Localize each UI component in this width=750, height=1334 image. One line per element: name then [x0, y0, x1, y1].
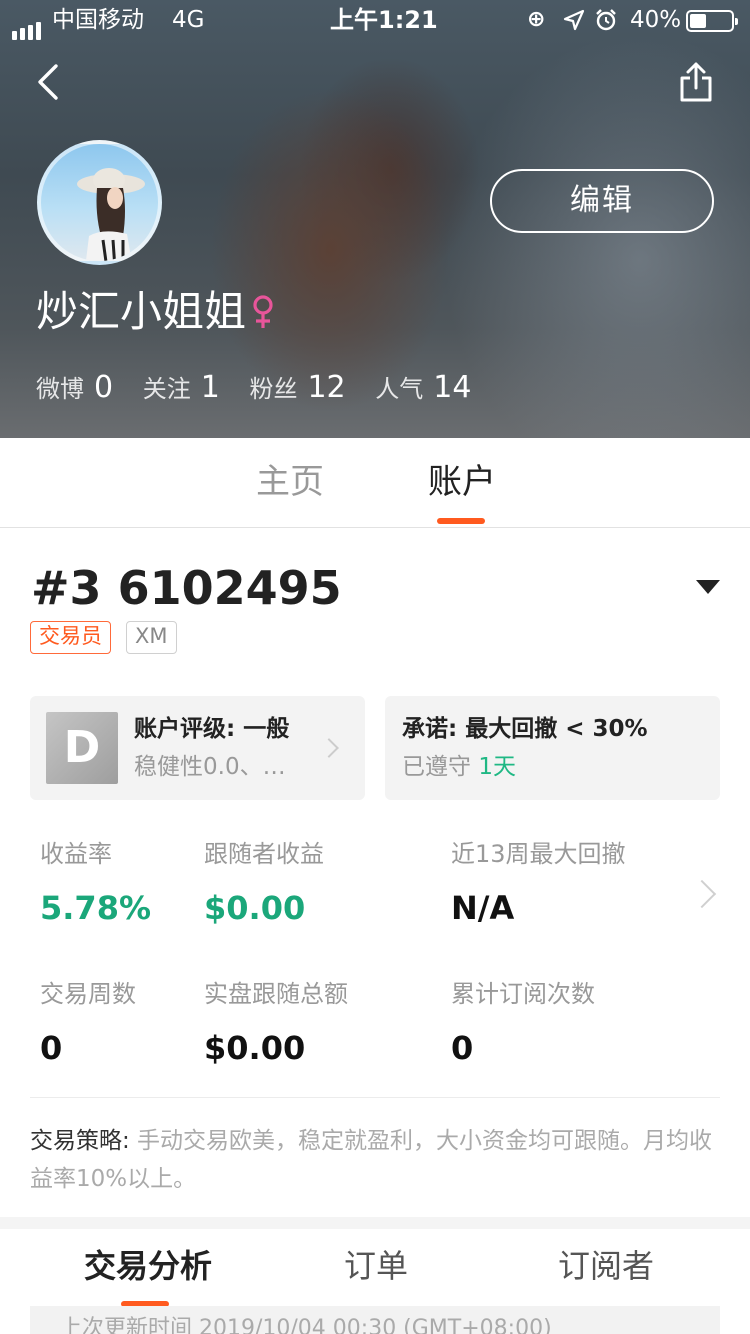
metrics-chevron-right-icon[interactable]	[687, 879, 717, 909]
avatar-photo	[77, 168, 145, 261]
follower-profit-label: 跟随者收益	[204, 840, 324, 868]
battery-percent: 40%	[630, 7, 682, 33]
strategy-value: 手动交易欧美，稳定就盈利，大小资金均可跟随。月均收益率10%以上。	[30, 1128, 713, 1192]
section-gap	[0, 1217, 750, 1229]
rating-detail: 稳健性0.0、…	[134, 754, 286, 780]
analysis-tabs: 交易分析 订单 订阅者	[0, 1229, 750, 1309]
last-update-bar: 上次更新时间 2019/10/04 00:30 (GMT+08:00)	[30, 1306, 720, 1334]
return-rate-label: 收益率	[40, 840, 112, 868]
rotation-lock-icon: ⊕	[527, 7, 546, 32]
commitment-kept-days: 1天	[478, 754, 516, 780]
broker-badge: XM	[126, 621, 177, 654]
chevron-right-icon	[319, 738, 339, 758]
rating-grade-icon: D	[46, 712, 118, 784]
subscription-count-label: 累计订阅次数	[451, 980, 595, 1008]
trader-badge: 交易员	[30, 621, 111, 654]
tab-account[interactable]: 账户	[428, 458, 496, 506]
follow-total-value: $0.00	[204, 1029, 306, 1067]
battery-icon	[686, 10, 738, 32]
strategy-key: 交易策略:	[30, 1128, 130, 1154]
stat-popularity-label: 人气	[375, 375, 424, 403]
commitment-title: 承诺: 最大回撤 < 30%	[402, 716, 648, 742]
location-icon	[563, 9, 585, 31]
account-dropdown-icon[interactable]	[696, 580, 720, 594]
share-icon[interactable]	[672, 58, 720, 106]
clock: 上午1:21	[330, 6, 438, 34]
commitment-status: 已遵守 1天	[402, 750, 516, 784]
stat-weibo-label: 微博	[36, 375, 84, 403]
stat-following-label: 关注	[142, 375, 191, 403]
app-root: 中国移动 4G 上午1:21 ⊕ 40% 编辑 炒汇小姐姐 微博 0 关注 1 粉丝…	[0, 0, 750, 1334]
commitment-kept-label: 已遵守	[402, 754, 479, 780]
edit-profile-button[interactable]: 编辑	[490, 169, 714, 233]
trade-weeks-value: 0	[40, 1029, 63, 1067]
network-label: 4G	[172, 7, 205, 33]
stat-fans-label: 粉丝	[249, 375, 298, 403]
back-arrow-icon[interactable]	[28, 60, 72, 104]
stat-fans-value[interactable]: 12	[307, 370, 345, 405]
carrier-label: 中国移动	[52, 7, 144, 33]
tab-trade-analysis[interactable]: 交易分析	[84, 1243, 212, 1289]
return-rate-value: 5.78%	[40, 889, 152, 927]
signal-icon	[12, 0, 44, 40]
rating-title: 账户评级: 一般	[134, 716, 290, 742]
trade-weeks-label: 交易周数	[40, 980, 136, 1008]
avatar[interactable]	[37, 140, 162, 265]
active-tab-indicator	[437, 518, 485, 524]
profile-tabs: 主页 账户	[0, 438, 750, 528]
alarm-icon	[596, 9, 616, 31]
tab-subscribers[interactable]: 订阅者	[558, 1243, 654, 1289]
max-drawdown-value: N/A	[451, 889, 515, 927]
rating-card[interactable]: D 账户评级: 一般 稳健性0.0、…	[30, 696, 365, 800]
female-gender-icon	[253, 295, 273, 328]
commitment-card[interactable]: 承诺: 最大回撤 < 30% 已遵守 1天	[385, 696, 720, 800]
profile-header: 中国移动 4G 上午1:21 ⊕ 40% 编辑 炒汇小姐姐 微博 0 关注 1 粉丝…	[0, 0, 750, 438]
profile-stats: 微博 0 关注 1 粉丝 12 人气 14	[36, 366, 493, 411]
tab-home[interactable]: 主页	[256, 458, 324, 506]
max-drawdown-label: 近13周最大回撤	[451, 840, 626, 868]
tab-orders[interactable]: 订单	[344, 1243, 408, 1289]
account-id: #3 6102495	[31, 561, 342, 615]
subscription-count-value: 0	[451, 1029, 474, 1067]
stat-weibo-value[interactable]: 0	[94, 370, 113, 405]
user-name: 炒汇小姐姐	[36, 287, 247, 336]
stat-popularity-value: 14	[433, 370, 472, 405]
follow-total-label: 实盘跟随总额	[204, 980, 348, 1008]
follower-profit-value: $0.00	[204, 889, 306, 927]
stat-following-value[interactable]: 1	[201, 370, 220, 405]
strategy-text: 交易策略: 手动交易欧美，稳定就盈利，大小资金均可跟随。月均收益率10%以上。	[30, 1122, 724, 1198]
divider	[30, 1097, 720, 1098]
